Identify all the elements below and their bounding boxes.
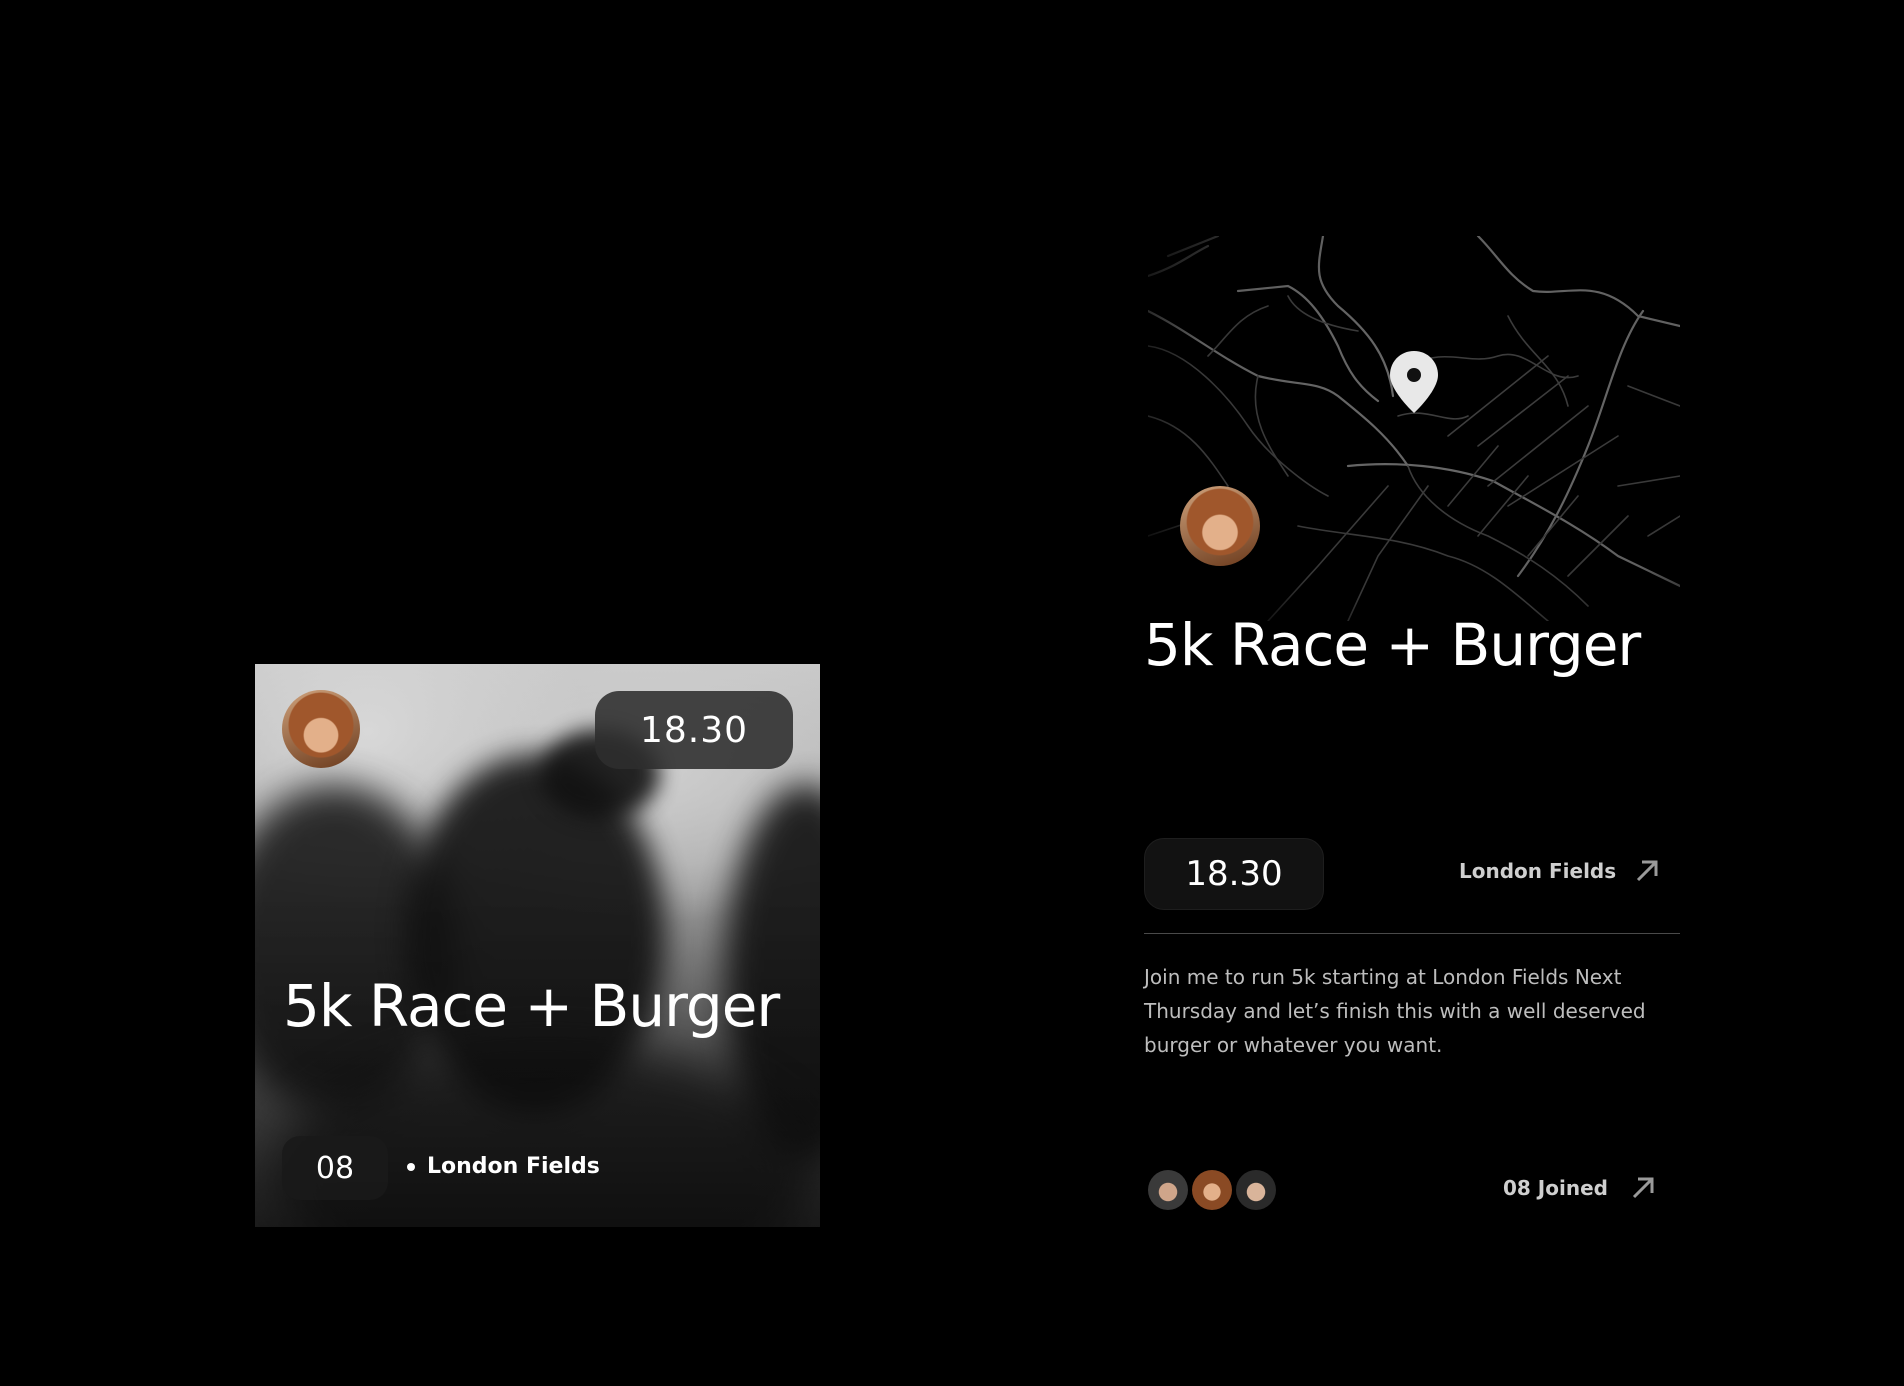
joined-link[interactable]: 08 Joined	[1503, 1175, 1656, 1201]
participant-count-badge: 08	[282, 1136, 388, 1200]
time-badge: 18.30	[595, 691, 793, 769]
host-avatar[interactable]	[282, 690, 360, 768]
participant-avatar	[1192, 1170, 1232, 1210]
participant-avatars[interactable]	[1148, 1170, 1288, 1210]
event-card[interactable]: 18.30 5k Race + Burger 08 London Fields	[255, 664, 820, 1227]
time-badge: 18.30	[1144, 838, 1324, 910]
event-title: 5k Race + Burger	[283, 972, 780, 1040]
participant-avatar	[1148, 1170, 1188, 1210]
location-text: London Fields	[427, 1154, 600, 1179]
host-avatar[interactable]	[1180, 486, 1260, 566]
location-text: London Fields	[1459, 859, 1617, 883]
bullet-dot	[407, 1162, 415, 1171]
divider	[1144, 933, 1680, 934]
event-description: Join me to run 5k starting at London Fie…	[1144, 965, 1646, 1057]
arrow-up-right-icon	[1630, 1175, 1656, 1201]
location-label[interactable]: London Fields	[407, 1154, 600, 1179]
event-title: 5k Race + Burger	[1144, 611, 1641, 679]
joined-count-text: 08 Joined	[1503, 1176, 1608, 1200]
participant-avatar	[1236, 1170, 1276, 1210]
location-link[interactable]: London Fields	[1459, 858, 1660, 884]
arrow-up-right-icon	[1634, 858, 1660, 884]
map-pin-icon	[1390, 351, 1438, 413]
